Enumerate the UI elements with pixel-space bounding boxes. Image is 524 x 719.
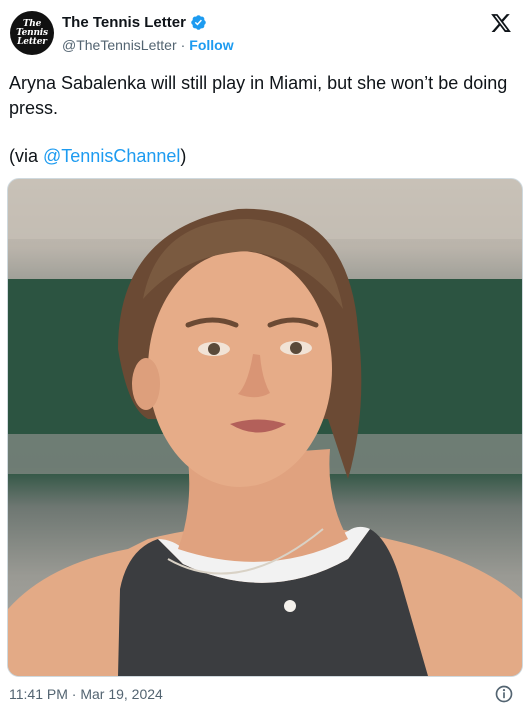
handle-row: @TheTennisLetter · Follow [62,37,234,53]
author-name[interactable]: The Tennis Letter [62,14,186,31]
tweet-photo[interactable] [7,178,523,677]
photo-of-tennis-player [8,179,522,676]
avatar-text-line-3: Letter [17,36,47,47]
author-handle[interactable]: @TheTennisLetter [62,37,177,53]
tweet-card: The Tennis Letter The Tennis Letter @The… [0,0,524,719]
follow-button[interactable]: Follow [189,37,233,53]
info-icon[interactable] [494,684,514,704]
via-line: (via @TennisChannel) [9,144,186,169]
tweet-text: Aryna Sabalenka will still play in Miami… [9,73,508,118]
avatar[interactable]: The Tennis Letter [10,11,54,55]
x-logo-icon[interactable] [490,12,512,34]
author-name-row[interactable]: The Tennis Letter [62,14,207,31]
verified-badge-icon [191,15,206,30]
via-suffix: ) [180,146,187,166]
via-prefix: (via [9,146,44,166]
mention-link[interactable]: @TennisChannel [43,146,180,166]
separator-dot: · [180,37,186,53]
timestamp[interactable]: 11:41 PM · Mar 19, 2024 [9,686,163,702]
